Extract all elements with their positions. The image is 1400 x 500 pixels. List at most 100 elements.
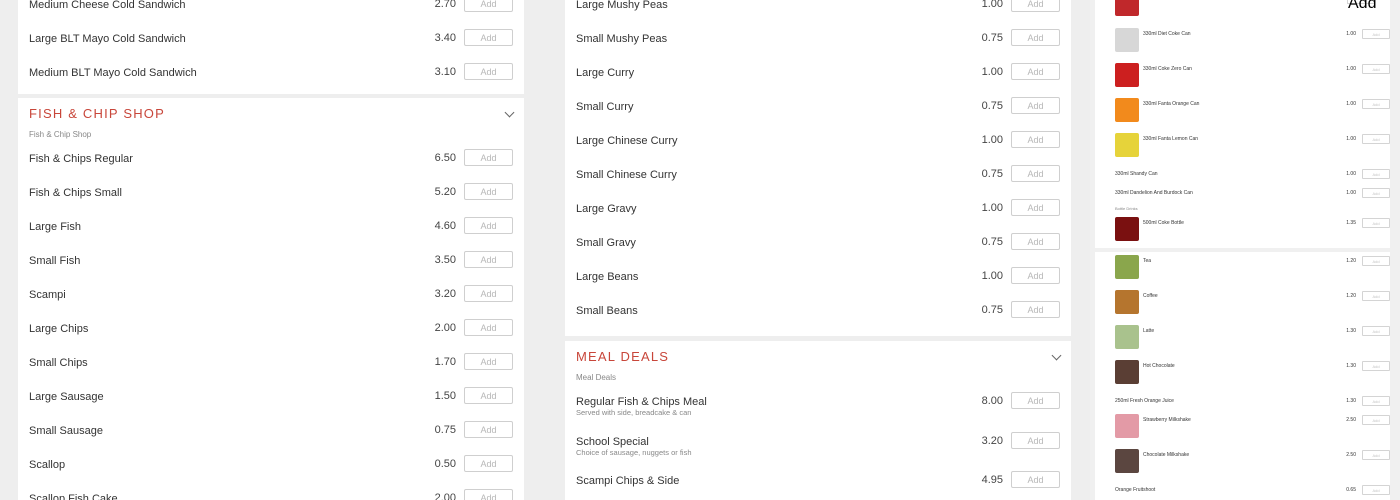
menu-item-row: Fish & Chips Regular 6.50 Add: [29, 146, 513, 180]
menu-column-left: Medium Cheese Cold Sandwich 2.70 Add Large …: [0, 0, 542, 500]
menu-item-row: School Special Choice of sausage, nuggets…: [576, 429, 1060, 463]
item-price: 2.00: [434, 492, 456, 500]
item-name: 500ml Coke Bottle: [1143, 220, 1184, 226]
item-price: 1.00: [1346, 171, 1356, 177]
add-button[interactable]: Add: [464, 29, 513, 46]
add-button[interactable]: Add: [1011, 29, 1060, 46]
add-button[interactable]: Add: [464, 489, 513, 500]
item-name: Large BLT Mayo Cold Sandwich: [29, 33, 186, 45]
item-price: 1.00: [1346, 190, 1356, 196]
add-button[interactable]: Add: [1011, 199, 1060, 216]
add-button[interactable]: Add: [1011, 392, 1060, 409]
drinks-column: 330ml Diet Coke Can 1.00 Add 330ml Coke Zer…: [1090, 0, 1400, 500]
add-button[interactable]: Add: [464, 387, 513, 404]
add-button[interactable]: Add: [1362, 450, 1390, 460]
add-button[interactable]: Add: [1362, 188, 1390, 198]
chevron-down-icon[interactable]: [504, 107, 515, 118]
add-button[interactable]: Add: [464, 319, 513, 336]
add-button[interactable]: Add: [1362, 326, 1390, 336]
add-button[interactable]: Add: [464, 217, 513, 234]
item-name: Large Mushy Peas: [576, 0, 668, 11]
drink-item-row: 330ml Fanta Orange Can 1.00 Add: [1115, 98, 1390, 128]
menu-item-row: Scallop 0.50 Add: [29, 452, 513, 486]
add-button[interactable]: Add: [1362, 396, 1390, 406]
item-name: Latte: [1143, 328, 1155, 334]
add-button[interactable]: Add: [464, 251, 513, 268]
add-button[interactable]: Add: [464, 63, 513, 80]
add-button[interactable]: Add: [464, 455, 513, 472]
add-button[interactable]: Add: [1362, 415, 1390, 425]
item-price: 3.40: [434, 32, 456, 44]
item-name: Small Sausage: [29, 425, 103, 437]
add-button[interactable]: Add: [1011, 131, 1060, 148]
menu-item-row: Small Beans 0.75 Add: [576, 298, 1060, 332]
drink-item-row: Latte 1.30 Add: [1115, 325, 1390, 355]
item-name: Scallop Fish Cake: [29, 493, 118, 500]
add-button[interactable]: Add: [1362, 29, 1390, 39]
add-button[interactable]: Add: [1011, 471, 1060, 488]
item-name: Small Chinese Curry: [576, 169, 677, 181]
add-button[interactable]: Add: [1011, 63, 1060, 80]
add-button[interactable]: Add: [1362, 291, 1390, 301]
add-button[interactable]: Add: [464, 285, 513, 302]
add-button[interactable]: Add: [1362, 64, 1390, 74]
item-price: 0.75: [981, 304, 1003, 316]
item-name: Orange Fruitshoot: [1115, 487, 1156, 493]
item-description: Choice of sausage, nuggets or fish: [576, 448, 692, 457]
menu-item-row: Scampi 3.20 Add: [29, 282, 513, 316]
item-price: 3.20: [434, 288, 456, 300]
drink-thumbnail: [1115, 28, 1139, 52]
drink-thumbnail: [1115, 449, 1139, 473]
item-name: Scampi: [29, 289, 66, 301]
item-name: Large Chinese Curry: [576, 135, 678, 147]
chevron-down-icon[interactable]: [1051, 350, 1062, 361]
menu-item-row: Large BLT Mayo Cold Sandwich 3.40 Add: [29, 26, 513, 60]
drink-item-row: 330ml Fanta Lemon Can 1.00 Add: [1115, 133, 1390, 163]
add-button[interactable]: Add: [1011, 165, 1060, 182]
add-button[interactable]: Add: [1011, 267, 1060, 284]
add-button[interactable]: Add: [1362, 361, 1390, 371]
add-button[interactable]: Add: [1362, 99, 1390, 109]
add-button[interactable]: Add: [1011, 432, 1060, 449]
menu-item-row: Fish & Chips Small 5.20 Add: [29, 180, 513, 214]
add-button[interactable]: Add: [1362, 169, 1390, 179]
add-button[interactable]: Add: [1011, 97, 1060, 114]
item-name: Small Curry: [576, 101, 634, 113]
add-button[interactable]: Add: [464, 149, 513, 166]
add-button[interactable]: Add: [1011, 301, 1060, 318]
drink-item-row: Strawberry Milkshake 2.50 Add: [1115, 414, 1390, 444]
menu-item-row: Small Fish 3.50 Add: [29, 248, 513, 282]
add-button[interactable]: Add: [1362, 256, 1390, 266]
add-button[interactable]: Add: [464, 353, 513, 370]
menu-item-row: Large Gravy 1.00 Add: [576, 196, 1060, 230]
item-name: Large Fish: [29, 221, 81, 233]
item-name: Large Beans: [576, 271, 639, 283]
menu-item-row: Medium BLT Mayo Cold Sandwich 3.10 Add: [29, 60, 513, 94]
item-name: Scallop: [29, 459, 66, 471]
add-button[interactable]: Add: [464, 421, 513, 438]
menu-item-row: Large Curry 1.00 Add: [576, 60, 1060, 94]
menu-item-row: Medium Cheese Cold Sandwich 2.70 Add: [29, 0, 513, 26]
item-price: 1.30: [1346, 363, 1356, 369]
item-price: 1.70: [434, 356, 456, 368]
add-button[interactable]: Add: [1362, 134, 1390, 144]
item-name: Large Sausage: [29, 391, 104, 403]
item-name: Small Beans: [576, 305, 638, 317]
add-button[interactable]: Add: [1362, 485, 1390, 495]
add-button[interactable]: Add: [1362, 218, 1390, 228]
section-label: Bottle Drinks: [1115, 206, 1138, 211]
add-button[interactable]: Add: [1347, 0, 1376, 12]
item-name: Large Curry: [576, 67, 635, 79]
add-button[interactable]: Add: [464, 183, 513, 200]
item-price: 2.50: [1346, 452, 1356, 458]
add-button[interactable]: Add: [464, 0, 513, 12]
drink-thumbnail: [1115, 360, 1139, 384]
item-name: 250ml Fresh Orange Juice: [1115, 398, 1174, 404]
drink-thumbnail: [1115, 255, 1139, 279]
menu-item-row: Large Chinese Curry 1.00 Add: [576, 128, 1060, 162]
add-button[interactable]: Add: [1011, 233, 1060, 250]
item-price: 2.70: [434, 0, 456, 10]
menu-item-row: Small Mushy Peas 0.75 Add: [576, 26, 1060, 60]
item-price: 0.65: [1346, 487, 1356, 493]
add-button[interactable]: Add: [1011, 0, 1060, 12]
